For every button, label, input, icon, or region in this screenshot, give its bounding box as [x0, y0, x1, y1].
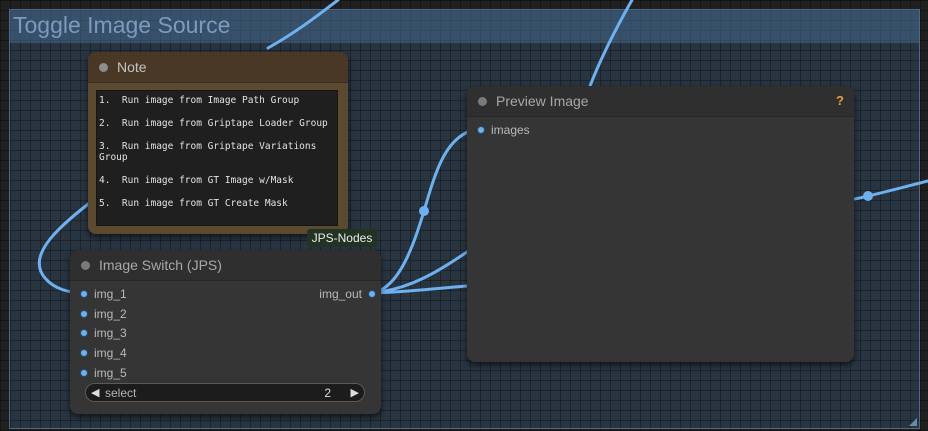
- image-switch-title-bar[interactable]: Image Switch (JPS): [70, 250, 381, 281]
- input-slot-label: img_3: [94, 326, 127, 340]
- input-slot-dot-icon[interactable]: [80, 369, 88, 377]
- select-widget-value[interactable]: 2: [324, 386, 331, 400]
- help-icon[interactable]: ?: [836, 93, 844, 108]
- note-line-3: 3. Run image from Griptape Variations Gr…: [99, 141, 323, 163]
- select-widget-label: select: [105, 386, 137, 400]
- note-title-bar[interactable]: Note: [88, 52, 348, 83]
- note-line-2: 2. Run image from Griptape Loader Group: [99, 118, 328, 129]
- output-slot-img-out[interactable]: img_out: [281, 286, 381, 302]
- output-slot-label: img_out: [319, 287, 362, 301]
- input-slot-dot-icon[interactable]: [80, 310, 88, 318]
- note-line-5: 5. Run image from GT Create Mask: [99, 198, 288, 209]
- collapse-dot-icon[interactable]: [99, 63, 108, 72]
- output-slot-dot-icon[interactable]: [368, 290, 376, 298]
- note-line-4: 4. Run image from GT Image w/Mask: [99, 175, 294, 186]
- preview-image-node[interactable]: Preview Image ? images: [467, 86, 854, 362]
- input-slot-label: img_5: [94, 366, 127, 380]
- note-title: Note: [117, 59, 147, 75]
- input-slot-label: images: [491, 123, 530, 137]
- collapse-dot-icon[interactable]: [81, 261, 90, 270]
- input-slot-dot-icon[interactable]: [80, 290, 88, 298]
- preview-image-title: Preview Image: [496, 93, 589, 109]
- input-slot-label: img_4: [94, 346, 127, 360]
- decrement-arrow-icon[interactable]: ◀: [91, 386, 99, 399]
- image-switch-title: Image Switch (JPS): [99, 257, 222, 273]
- input-slot-dot-icon[interactable]: [80, 329, 88, 337]
- input-slot-dot-icon[interactable]: [80, 349, 88, 357]
- note-node[interactable]: Note 1. Run image from Image Path Group …: [88, 52, 348, 234]
- image-switch-node[interactable]: Image Switch (JPS) img_1 img_2 img_3 img…: [70, 250, 381, 414]
- note-textarea[interactable]: 1. Run image from Image Path Group 2. Ru…: [96, 90, 338, 226]
- note-line-1: 1. Run image from Image Path Group: [99, 95, 300, 106]
- input-slot-label: img_1: [94, 287, 127, 301]
- input-slot-dot-icon[interactable]: [477, 126, 485, 134]
- select-number-widget[interactable]: ◀ select 2 ▶: [85, 383, 365, 402]
- collapse-dot-icon[interactable]: [478, 97, 487, 106]
- group-header[interactable]: Toggle Image Source: [10, 10, 919, 43]
- group-title: Toggle Image Source: [13, 12, 231, 38]
- input-slot-label: img_2: [94, 307, 127, 321]
- node-source-badge: JPS-Nodes: [307, 229, 377, 247]
- increment-arrow-icon[interactable]: ▶: [351, 386, 359, 399]
- group-resize-handle[interactable]: [909, 418, 917, 426]
- preview-image-title-bar[interactable]: Preview Image ?: [467, 86, 854, 117]
